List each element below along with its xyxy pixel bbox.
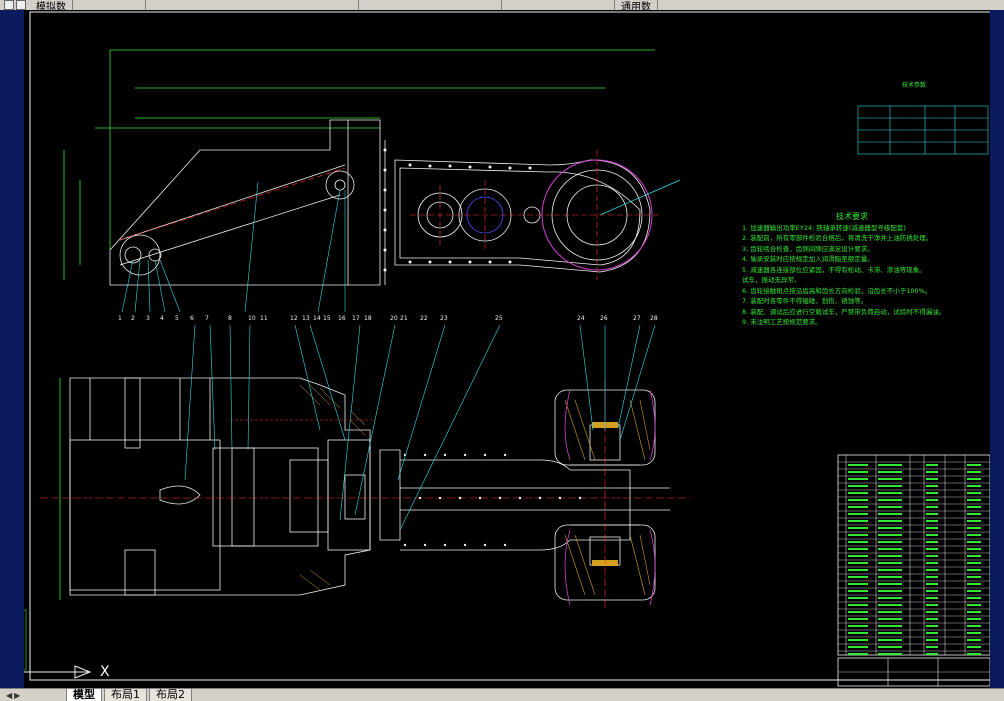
note-item: 1. 加速器输出功率EY24: 铁轴承转速(减速器型号级配套) bbox=[742, 223, 906, 232]
svg-text:27: 27 bbox=[633, 315, 641, 322]
tab-nav[interactable]: ◀ ▶ bbox=[0, 689, 66, 701]
toolbar-dropdown-2[interactable] bbox=[146, 0, 359, 10]
layer-label[interactable]: 模拟数 bbox=[30, 0, 73, 10]
svg-text:16: 16 bbox=[338, 315, 346, 322]
svg-text:8: 8 bbox=[228, 315, 232, 322]
tab-layout2[interactable]: 布局2 bbox=[149, 688, 192, 701]
parts-list bbox=[837, 454, 991, 687]
ucs-x-label: X bbox=[100, 664, 110, 680]
svg-text:5: 5 bbox=[175, 315, 179, 322]
layout-tabbar: ◀ ▶ 模型 布局1 布局2 bbox=[0, 688, 1004, 701]
left-ruler bbox=[0, 10, 24, 688]
top-view bbox=[63, 49, 655, 286]
note-item: 9. 未注明工艺按规范要求。 bbox=[742, 318, 822, 326]
svg-text:17: 17 bbox=[352, 315, 360, 322]
svg-text:1: 1 bbox=[118, 315, 122, 322]
svg-text:7: 7 bbox=[205, 315, 209, 322]
svg-text:14: 14 bbox=[313, 315, 321, 322]
svg-text:20: 20 bbox=[390, 315, 398, 322]
top-part-numbers: 12 34 56 78 10 11 12 13 14 15 16 17 18 20 21 2… bbox=[118, 315, 658, 322]
folder-icon[interactable] bbox=[16, 0, 26, 10]
svg-text:26: 26 bbox=[600, 315, 608, 322]
top-leaders bbox=[121, 181, 346, 313]
right-ruler bbox=[990, 10, 1004, 688]
gearbox-bolts bbox=[383, 148, 532, 272]
toolbar-dropdown-3[interactable] bbox=[359, 0, 502, 10]
svg-text:23: 23 bbox=[440, 315, 448, 322]
section-hatch bbox=[299, 384, 366, 591]
svg-text:15: 15 bbox=[323, 315, 331, 322]
nav-first-icon: ◀ bbox=[6, 690, 13, 700]
note-item: 6. 齿轮接触斑点按沿齿高和齿长方向检验，沿齿长不小于100%。 bbox=[742, 286, 932, 295]
svg-text:18: 18 bbox=[364, 315, 372, 322]
toolbar-icons[interactable] bbox=[0, 0, 30, 10]
svg-text:22: 22 bbox=[420, 315, 428, 322]
top-centerlines bbox=[119, 150, 660, 280]
svg-text:21: 21 bbox=[400, 315, 408, 322]
param-table-title: 技术参数 bbox=[902, 82, 927, 89]
note-item: 8. 装配、调试后应进行空载试车，严禁带负荷启动，试验时不得漏油。 bbox=[742, 307, 946, 316]
svg-text:3: 3 bbox=[146, 315, 150, 322]
tab-model[interactable]: 模型 bbox=[66, 688, 102, 701]
note-item: 试车，振动无异常。 bbox=[742, 276, 801, 284]
svg-text:25: 25 bbox=[495, 315, 503, 322]
svg-text:2: 2 bbox=[131, 315, 135, 322]
file-icon[interactable] bbox=[4, 0, 14, 10]
svg-text:10: 10 bbox=[248, 315, 256, 322]
tab-layout1[interactable]: 布局1 bbox=[104, 688, 147, 701]
svg-text:24: 24 bbox=[577, 315, 585, 322]
cad-drawing: 12 34 56 78 10 11 12 13 14 15 16 17 18 20 21 2… bbox=[5, 11, 993, 687]
toolbar-dropdown-1[interactable] bbox=[73, 0, 146, 10]
note-item: 4. 轴承安装时应按规定加入润滑脂至额定量。 bbox=[742, 255, 874, 263]
drawing-canvas[interactable]: 12 34 56 78 10 11 12 13 14 15 16 17 18 20 21 2… bbox=[0, 10, 1004, 688]
param-table bbox=[857, 105, 989, 155]
note-item: 2. 装配前，所有零部件检验合格后，将清洗干净并上油防锈处理。 bbox=[742, 234, 933, 242]
section-leaders bbox=[184, 324, 656, 531]
note-item: 7. 装配时各零件不得磕碰、划伤、锈蚀等。 bbox=[742, 297, 868, 305]
note-item: 5. 减速器各连接部位应紧固，不得有松动、卡滞、渗油等现象。 bbox=[742, 265, 926, 274]
svg-text:6: 6 bbox=[190, 315, 194, 322]
svg-text:28: 28 bbox=[650, 315, 658, 322]
svg-text:13: 13 bbox=[302, 315, 310, 322]
toolbar-dropdown-4[interactable] bbox=[502, 0, 615, 10]
nav-last-icon: ▶ bbox=[14, 690, 21, 700]
svg-text:11: 11 bbox=[260, 315, 268, 322]
note-item: 3. 齿轮啮合检查，齿侧间隙应满足设计要求。 bbox=[742, 244, 874, 253]
toolbar-search[interactable]: 通用数 bbox=[615, 0, 658, 10]
svg-text:4: 4 bbox=[160, 315, 164, 322]
notes-title: 技术要求 bbox=[836, 212, 868, 221]
svg-text:12: 12 bbox=[290, 315, 298, 322]
drawing-frame bbox=[29, 11, 993, 681]
gear-hatch bbox=[564, 399, 651, 596]
technical-notes: 技术要求 1. 加速器输出功率EY24: 铁轴承转速(减速器型号级配套) 2. … bbox=[742, 212, 992, 328]
